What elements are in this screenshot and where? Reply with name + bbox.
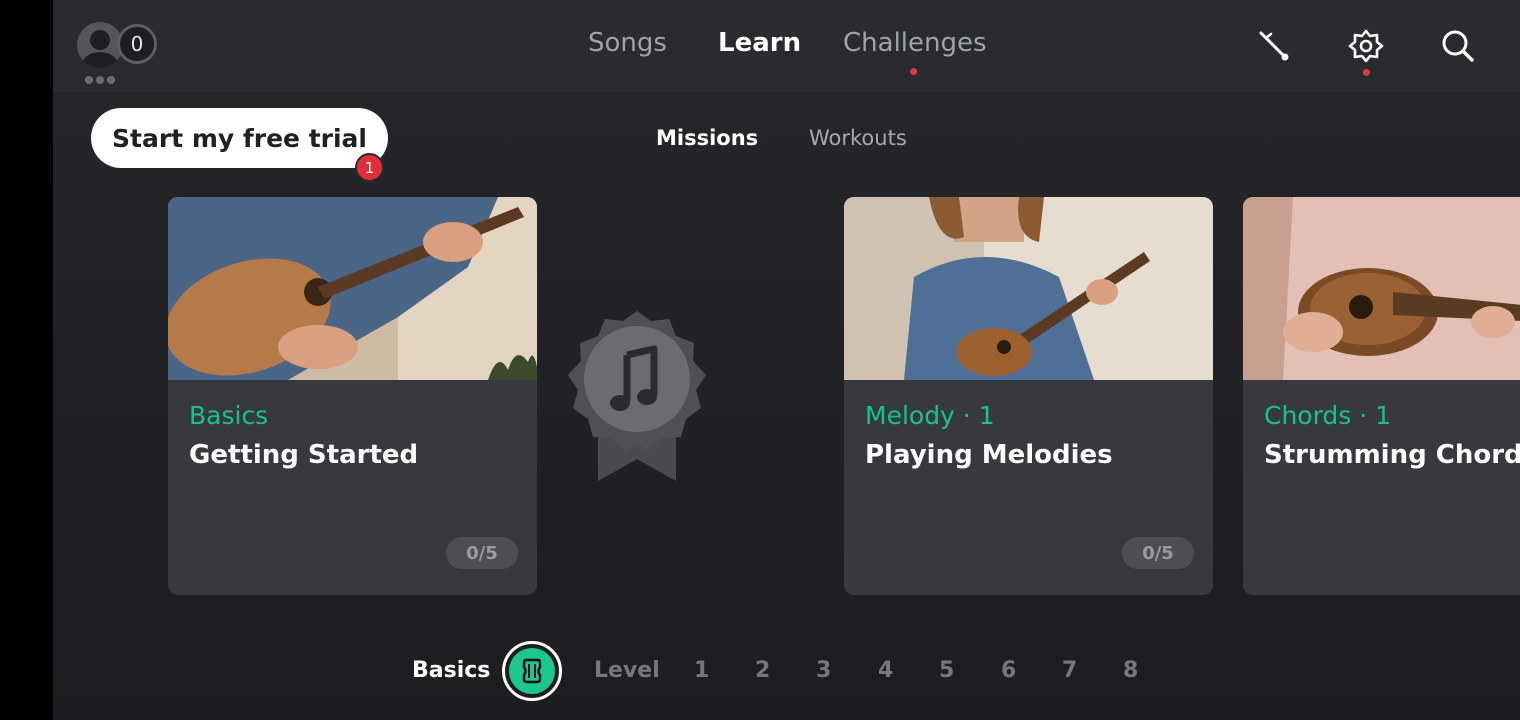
search-icon[interactable] [1440, 28, 1476, 64]
tab-challenges[interactable]: Challenges [843, 28, 987, 58]
level-1[interactable]: 1 [694, 658, 709, 683]
challenges-notification-dot [910, 68, 917, 75]
card-image-ukulele-player [168, 197, 537, 380]
gear-icon[interactable] [1348, 28, 1384, 64]
ukulele-icon [522, 658, 542, 684]
coin-counter[interactable]: 0 [117, 24, 157, 64]
mission-card-playing-melodies[interactable]: Melody · 1 Playing Melodies 0/5 [844, 197, 1213, 595]
level-2[interactable]: 2 [755, 658, 770, 683]
tab-songs[interactable]: Songs [588, 28, 667, 58]
mission-card-strumming-chords[interactable]: Chords · 1 Strumming Chords [1243, 197, 1520, 595]
level-basics-label[interactable]: Basics [412, 658, 490, 683]
trial-notification-badge: 1 [355, 153, 384, 182]
level-basics-button[interactable] [502, 641, 562, 701]
card-category: Basics [189, 401, 269, 430]
tab-learn[interactable]: Learn [718, 28, 801, 58]
level-4[interactable]: 4 [878, 658, 893, 683]
level-8[interactable]: 8 [1123, 658, 1138, 683]
card-title: Getting Started [189, 440, 419, 470]
card-category: Melody · 1 [865, 401, 995, 430]
mission-reward-badge-icon [568, 311, 706, 481]
avatar-head-shape [90, 30, 110, 50]
level-7[interactable]: 7 [1062, 658, 1077, 683]
tab-workouts[interactable]: Workouts [809, 126, 907, 150]
avatar-body-shape [82, 52, 118, 68]
level-6[interactable]: 6 [1001, 658, 1016, 683]
left-edge-strip [0, 0, 53, 720]
level-5[interactable]: 5 [939, 658, 954, 683]
mission-card-getting-started[interactable]: Basics Getting Started 0/5 [168, 197, 537, 595]
card-category: Chords · 1 [1264, 401, 1392, 430]
card-progress-pill: 0/5 [446, 537, 518, 569]
level-label: Level [594, 658, 660, 683]
card-title: Playing Melodies [865, 440, 1113, 470]
tuner-icon[interactable] [1256, 28, 1292, 64]
profile-dots-icon[interactable] [85, 76, 115, 84]
card-progress-pill: 0/5 [1122, 537, 1194, 569]
card-title: Strumming Chords [1264, 440, 1520, 470]
tab-missions[interactable]: Missions [656, 126, 758, 150]
level-3[interactable]: 3 [816, 658, 831, 683]
start-free-trial-button[interactable]: Start my free trial [91, 108, 388, 168]
card-image-ukulele-player [1243, 197, 1520, 380]
settings-notification-dot [1363, 69, 1370, 76]
card-image-ukulele-player [844, 197, 1213, 380]
